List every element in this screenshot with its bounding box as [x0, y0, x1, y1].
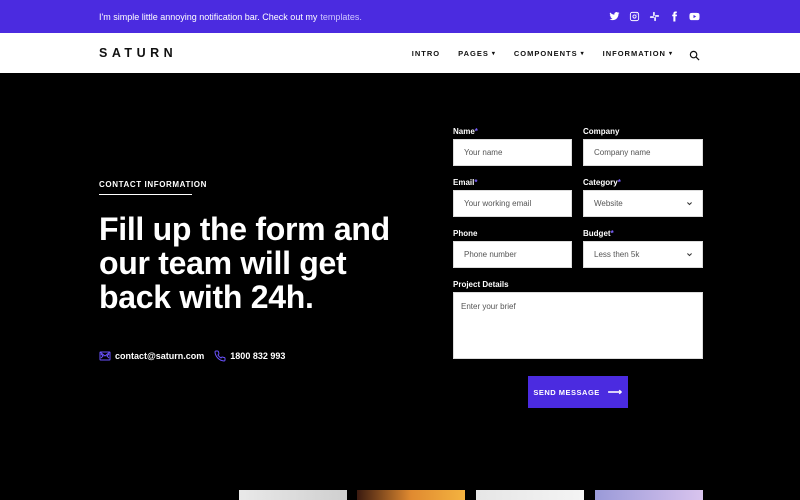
name-label: Name* — [453, 127, 478, 136]
category-label: Category* — [583, 178, 621, 187]
caret-down-icon: ▾ — [491, 50, 496, 57]
phone-icon — [214, 350, 226, 362]
main-nav: INTRO PAGES ▾ COMPONENTS ▾ INFORMATION ▾ — [394, 33, 700, 73]
company-label: Company — [583, 127, 620, 136]
section-eyebrow: CONTACT INFORMATION — [99, 180, 207, 189]
arrow-right-icon: ⟶ — [607, 386, 623, 398]
nav-item-components[interactable]: COMPONENTS ▾ — [514, 49, 585, 58]
caret-down-icon: ▾ — [580, 50, 585, 57]
nav-label: COMPONENTS — [513, 48, 578, 58]
email-field[interactable]: Your working email — [453, 190, 572, 217]
eyebrow-underline — [99, 194, 192, 195]
project-details-field[interactable]: Enter your brief — [453, 292, 703, 359]
thumbnail-image — [476, 490, 584, 500]
notification-bar: I'm simple little annoying notification … — [0, 0, 800, 33]
mail-icon — [99, 351, 111, 361]
phone-text: 1800 832 993 — [230, 351, 286, 361]
budget-label: Budget* — [583, 229, 614, 238]
nav-item-information[interactable]: INFORMATION ▾ — [603, 49, 673, 58]
contact-phone[interactable]: 1800 832 993 — [214, 350, 285, 362]
send-message-button[interactable]: SEND MESSAGE ⟶ — [528, 376, 628, 408]
nav-label: PAGES — [458, 48, 489, 58]
chevron-down-icon — [687, 202, 692, 206]
phone-label: Phone — [453, 229, 478, 238]
youtube-icon[interactable] — [688, 10, 700, 22]
contact-email[interactable]: contact@saturn.com — [99, 350, 204, 362]
social-links — [608, 10, 700, 22]
name-field[interactable]: Your name — [453, 139, 572, 166]
email-label: Email* — [453, 178, 478, 187]
nav-item-intro[interactable]: INTRO — [412, 49, 440, 58]
twitter-icon[interactable] — [608, 10, 620, 22]
project-details-label: Project Details — [453, 280, 509, 289]
company-field[interactable]: Company name — [583, 139, 703, 166]
thumbnail-image — [357, 490, 465, 500]
nav-item-pages[interactable]: PAGES ▾ — [458, 49, 496, 58]
facebook-icon[interactable] — [668, 10, 680, 22]
site-header: SATURN INTRO PAGES ▾ COMPONENTS ▾ INFORMAT… — [0, 33, 800, 73]
nav-label: INTRO — [411, 48, 441, 58]
instagram-icon[interactable] — [628, 10, 640, 22]
page-title: Fill up the form and our team will get b… — [99, 211, 390, 315]
nav-label: INFORMATION — [602, 48, 666, 58]
phone-field[interactable]: Phone number — [453, 241, 572, 268]
thumbnail-image — [239, 490, 347, 500]
search-icon[interactable] — [689, 48, 700, 61]
notification-link[interactable]: templates. — [320, 12, 362, 22]
contact-details: contact@saturn.com 1800 832 993 — [99, 350, 295, 362]
logo[interactable]: SATURN — [99, 46, 177, 60]
chevron-down-icon — [687, 253, 692, 257]
slack-icon[interactable] — [648, 10, 660, 22]
email-text: contact@saturn.com — [115, 351, 205, 361]
notification-text: I'm simple little annoying notification … — [99, 11, 318, 22]
thumbnail-image — [595, 490, 703, 500]
category-select[interactable]: Website — [583, 190, 703, 217]
caret-down-icon: ▾ — [668, 50, 673, 57]
budget-select[interactable]: Less then 5k — [583, 241, 703, 268]
